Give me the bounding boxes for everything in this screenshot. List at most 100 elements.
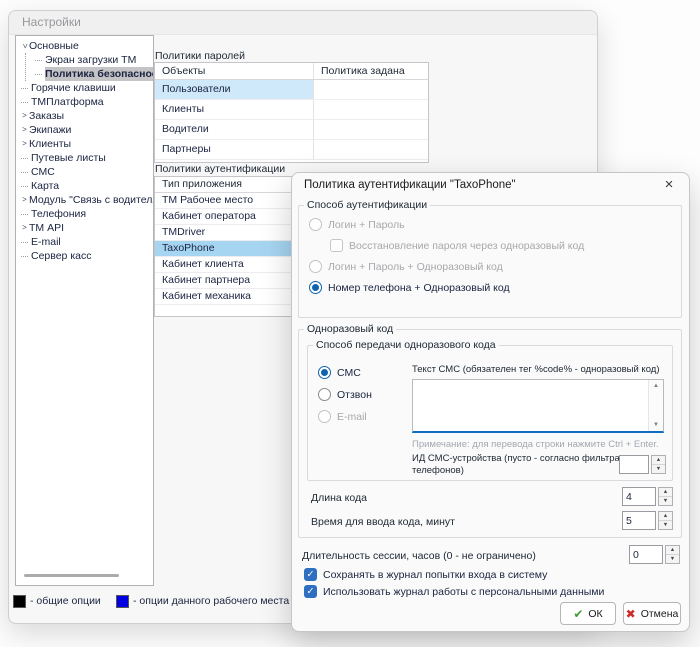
radio-sms[interactable]: СМС (318, 365, 361, 380)
column-header-policy-set[interactable]: Политика задана (314, 63, 428, 79)
table-row-partners[interactable]: Партнеры (155, 140, 428, 160)
settings-tree: > Основные Экран загрузки ТМ Политика бе… (15, 35, 154, 586)
session-length-input[interactable] (629, 545, 663, 564)
code-time-input[interactable] (622, 511, 656, 530)
cross-icon: ✖ (626, 607, 636, 621)
tree-connector (21, 214, 28, 215)
spin-up-icon[interactable]: ▲ (659, 512, 672, 521)
tree-item-loading-screen[interactable]: Экран загрузки ТМ (26, 53, 153, 67)
spin-down-icon[interactable]: ▼ (652, 465, 665, 473)
tree-item-cash-server[interactable]: Сервер касс (16, 249, 153, 263)
tree-item-tmplatform[interactable]: ТМПлатформа (16, 95, 153, 109)
chevron-right-icon: > (20, 109, 29, 123)
table-header[interactable]: Объекты Политика задана (155, 63, 428, 80)
ok-button[interactable]: ✔ ОК (560, 602, 616, 625)
tree-item-sms[interactable]: СМС (16, 165, 153, 179)
otp-delivery-group: Способ передачи одноразового кода СМС От… (307, 339, 673, 481)
dialog-title: Политика аутентификации "TaxoPhone" (304, 179, 516, 191)
radio-icon (309, 260, 322, 273)
spin-down-icon[interactable]: ▼ (659, 497, 672, 505)
sms-note: Примечание: для перевода строки нажмите … (412, 439, 659, 450)
code-time-spinner: ▲▼ (622, 511, 673, 530)
checkbox-log-login-attempts[interactable]: ✓ Сохранять в журнал попытки входа в сис… (304, 567, 547, 582)
radio-selected-icon (318, 366, 331, 379)
legend-common-label: - общие опции (30, 595, 101, 607)
textarea-scrollbar[interactable]: ▲ ▼ (648, 380, 663, 431)
spin-buttons: ▲▼ (651, 455, 666, 474)
column-header-objects[interactable]: Объекты (155, 63, 314, 79)
spin-down-icon[interactable]: ▼ (659, 521, 672, 529)
sms-device-id-input[interactable] (619, 455, 649, 474)
code-length-label: Длина кода (311, 492, 367, 504)
radio-login-password: Логин + Пароль (309, 217, 681, 232)
auth-method-group: Способ аутентификации Логин + Пароль Вос… (298, 199, 682, 318)
code-length-spinner: ▲▼ (622, 487, 673, 506)
table-row-drivers[interactable]: Водители (155, 120, 428, 140)
tree-item-telephony[interactable]: Телефония (16, 207, 153, 221)
sms-text-label: Текст СМС (обязателен тег %code% - однор… (412, 364, 659, 375)
cancel-button[interactable]: ✖ Отмена (623, 602, 681, 625)
tree-item-crews[interactable]: > Экипажи (16, 123, 153, 137)
table-row-users[interactable]: Пользователи (155, 80, 428, 100)
legend-workplace-swatch (116, 595, 129, 608)
code-length-input[interactable] (622, 487, 656, 506)
code-time-label: Время для ввода кода, минут (311, 516, 455, 528)
tree-connector (21, 158, 28, 159)
sms-text-input[interactable] (413, 380, 653, 434)
tree-connector (21, 172, 28, 173)
sms-device-id-spinner: ▲▼ (619, 455, 666, 474)
tree-item-driver-link-module[interactable]: > Модуль "Связь с водителя (16, 193, 153, 207)
tree-item-main[interactable]: > Основные (16, 39, 153, 53)
tree-item-clients[interactable]: > Клиенты (16, 137, 153, 151)
tree-item-hotkeys[interactable]: Горячие клавиши (16, 81, 153, 95)
table-row-clients[interactable]: Клиенты (155, 100, 428, 120)
tree-item-email[interactable]: E-mail (16, 235, 153, 249)
checkbox-password-recovery: Восстановление пароля через одноразовый … (330, 238, 681, 253)
spin-up-icon[interactable]: ▲ (666, 546, 679, 555)
sms-device-id-label: ИД СМС-устройства (пусто - согласно филь… (412, 453, 630, 477)
password-policies-table: Объекты Политика задана Пользователи Кли… (154, 62, 429, 163)
spin-buttons: ▲▼ (658, 511, 673, 530)
scroll-down-icon[interactable]: ▼ (649, 420, 663, 430)
scroll-up-icon[interactable]: ▲ (649, 381, 663, 391)
chevron-down-icon: > (18, 42, 32, 51)
checkbox-personal-data-journal[interactable]: ✓ Использовать журнал работы с персональ… (304, 584, 604, 599)
otp-group-title: Одноразовый код (304, 323, 396, 335)
radio-selected-icon (309, 281, 322, 294)
check-icon: ✔ (573, 607, 583, 621)
spin-buttons: ▲▼ (658, 487, 673, 506)
radio-login-password-otp: Логин + Пароль + Одноразовый код (309, 259, 681, 274)
auth-method-group-title: Способ аутентификации (304, 199, 430, 211)
settings-titlebar: Настройки (9, 11, 597, 35)
legend-workplace-label: - опции данного рабочего места (133, 595, 289, 607)
checkbox-checked-icon: ✓ (304, 568, 317, 581)
checkbox-checked-icon: ✓ (304, 585, 317, 598)
radio-icon (318, 388, 331, 401)
spin-buttons: ▲▼ (665, 545, 680, 564)
tree-connector (21, 102, 28, 103)
tree-item-security-policy[interactable]: Политика безопасност (26, 67, 153, 81)
tree-horizontal-scrollbar[interactable] (24, 574, 119, 577)
settings-window-title: Настройки (22, 15, 81, 29)
chevron-right-icon: > (20, 137, 29, 151)
otp-group: Одноразовый код Способ передачи одноразо… (298, 323, 682, 538)
chevron-right-icon: > (20, 221, 29, 235)
close-icon[interactable]: × (659, 175, 679, 195)
radio-phone-otp[interactable]: Номер телефона + Одноразовый код (309, 280, 681, 295)
spin-up-icon[interactable]: ▲ (659, 488, 672, 497)
tree-item-tm-api[interactable]: > ТМ API (16, 221, 153, 235)
session-length-label: Длительность сессии, часов (0 - не огран… (302, 550, 536, 562)
sms-text-field-frame: ▲ ▼ (412, 379, 664, 433)
otp-delivery-group-title: Способ передачи одноразового кода (313, 339, 499, 351)
tree-item-waybills[interactable]: Путевые листы (16, 151, 153, 165)
auth-policies-title: Политики аутентификации (155, 163, 285, 175)
checkbox-icon (330, 239, 343, 252)
tree-item-map[interactable]: Карта (16, 179, 153, 193)
radio-icon (318, 410, 331, 423)
legend-common-swatch (13, 595, 26, 608)
session-length-spinner: ▲▼ (629, 545, 680, 564)
tree-item-orders[interactable]: > Заказы (16, 109, 153, 123)
spin-up-icon[interactable]: ▲ (652, 456, 665, 465)
spin-down-icon[interactable]: ▼ (666, 555, 679, 563)
radio-callback[interactable]: Отзвон (318, 387, 372, 402)
